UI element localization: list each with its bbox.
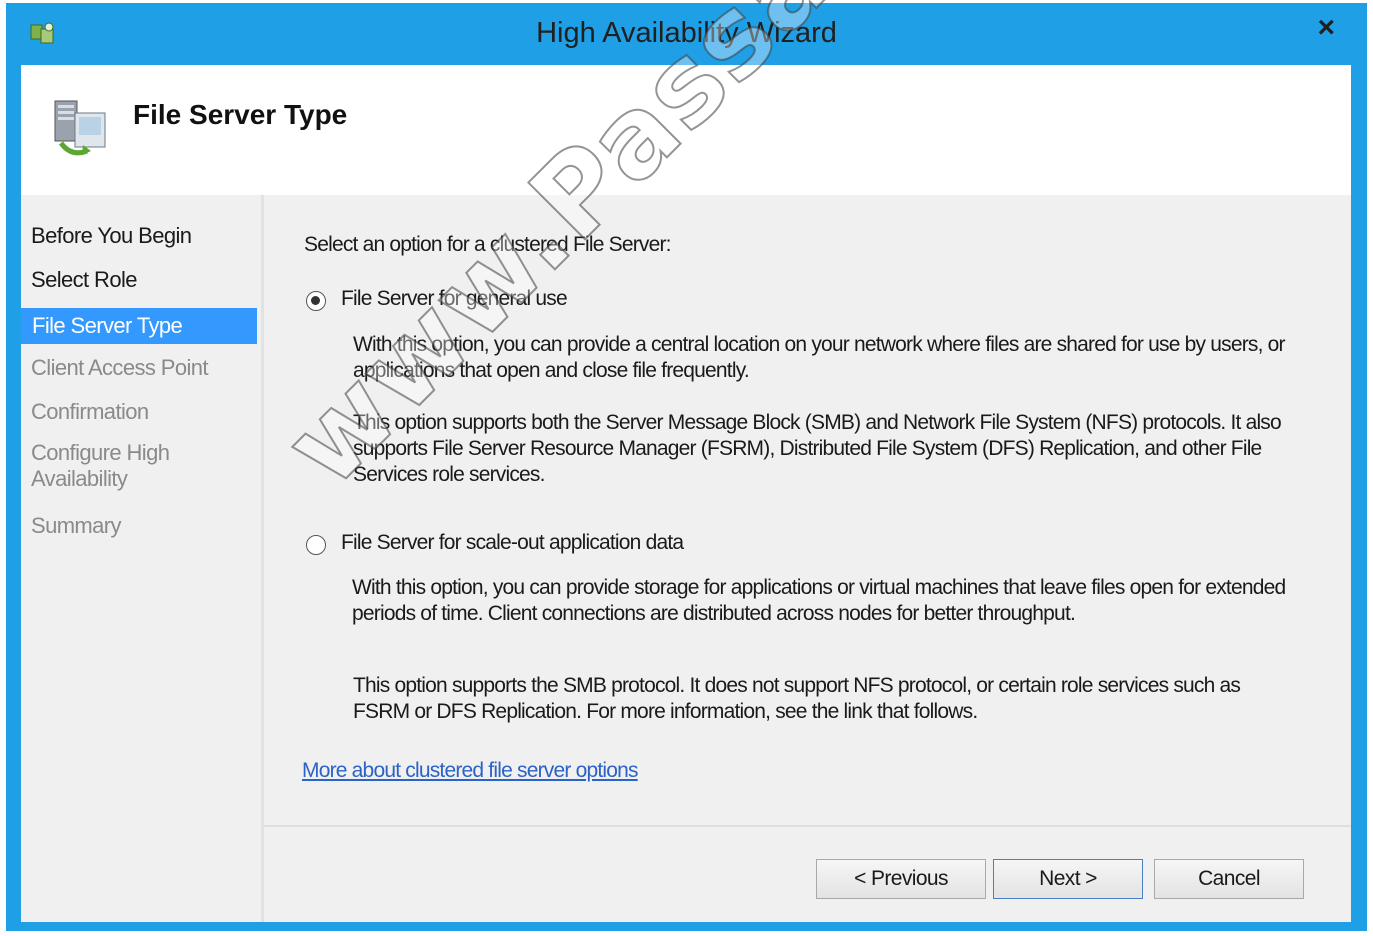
step-file-server-type[interactable]: File Server Type [21,308,257,344]
close-icon[interactable]: × [1317,11,1335,45]
option-prompt: Select an option for a clustered File Se… [304,233,672,256]
page-header: File Server Type [21,65,1351,195]
step-confirmation: Confirmation [31,399,149,424]
steps-sidebar: Before You Begin Select Role File Server… [21,195,264,922]
general-use-label[interactable]: File Server for general use [341,287,568,311]
step-before-you-begin[interactable]: Before You Begin [31,223,192,249]
window-title: High Availability Wizard [536,17,837,49]
file-server-icon [54,100,106,156]
general-use-radio[interactable] [306,291,326,311]
main-panel: Select an option for a clustered File Se… [264,195,1351,825]
button-bar: < Previous Next > Cancel [264,825,1351,922]
scale-out-label[interactable]: File Server for scale-out application da… [341,531,684,555]
general-use-protocols: This option supports both the Server Mes… [353,411,1282,486]
scale-out-description: With this option, you can provide storag… [352,576,1286,625]
step-summary: Summary [31,513,122,538]
step-client-access-point: Client Access Point [31,355,209,380]
title-bar[interactable]: High Availability Wizard × [6,3,1367,65]
client-area: File Server Type Before You Begin Select… [21,65,1351,922]
wizard-window: High Availability Wizard × File Server T… [6,3,1367,931]
scale-out-radio[interactable] [306,535,326,555]
more-info-link[interactable]: More about clustered file server options [302,759,638,783]
page-title: File Server Type [133,99,348,130]
radio-selected-dot [311,296,320,305]
previous-button[interactable]: < Previous [816,859,986,899]
next-button[interactable]: Next > [993,859,1143,899]
general-use-description: With this option, you can provide a cent… [353,333,1286,382]
step-select-role[interactable]: Select Role [31,267,138,293]
scale-out-protocols: This option supports the SMB protocol. I… [353,674,1241,723]
step-configure-high-availability: Configure High Availability [31,440,170,491]
cancel-button[interactable]: Cancel [1154,859,1304,899]
